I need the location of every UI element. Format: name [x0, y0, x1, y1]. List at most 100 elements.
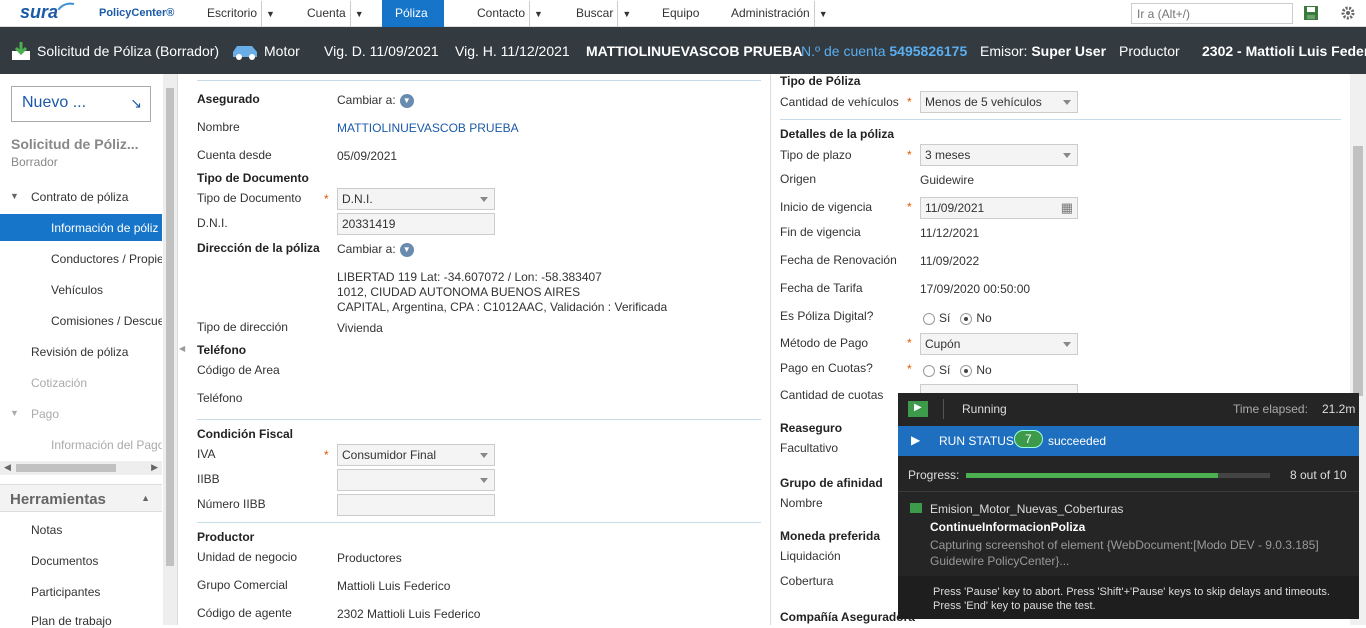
section-detalles-poliza: Detalles de la póliza [780, 127, 895, 141]
menu-administracion[interactable]: Administración ▼ [731, 0, 828, 28]
afinidad-nombre-label: Nombre [780, 496, 823, 510]
sidebar-item-conductores[interactable]: Conductores / Propie [51, 252, 162, 266]
cambiar-a-direccion[interactable]: Cambiar a: ▼ [337, 242, 414, 257]
nuevo-button[interactable]: Nuevo ... ↘ [11, 86, 151, 122]
sidebar-item-comisiones[interactable]: Comisiones / Descue [51, 314, 162, 328]
required-asterisk: * [907, 148, 912, 162]
scrollbar-thumb[interactable] [16, 464, 116, 472]
menu-label: Cuenta [307, 6, 346, 20]
metodo-pago-select[interactable]: Cupón [920, 333, 1078, 355]
dni-input[interactable]: 20331419 [337, 213, 495, 235]
inicio-vigencia-input[interactable]: 11/09/2021 ▦ [920, 197, 1078, 219]
required-asterisk: * [907, 362, 912, 376]
sidebar-scrollbar[interactable] [163, 74, 177, 625]
account-number[interactable]: N.º de cuenta 5495826175 [801, 43, 967, 59]
divider [780, 119, 1341, 120]
emisor-value: Super User [1031, 43, 1107, 59]
nuevo-label: Nuevo ... [22, 94, 87, 111]
section-moneda: Moneda preferida [780, 529, 881, 543]
test-folder-icon [910, 503, 922, 513]
menu-cuenta[interactable]: Cuenta ▼ [307, 0, 364, 28]
test-name: Emision_Motor_Nuevas_Coberturas [930, 502, 1124, 516]
play-icon[interactable]: ▶ [908, 401, 928, 417]
iva-select[interactable]: Consumidor Final [337, 444, 495, 466]
radio-si[interactable] [923, 364, 935, 377]
cantidad-cuotas-label: Cantidad de cuotas [780, 388, 884, 402]
chevron-down-icon[interactable]: ▼ [617, 1, 631, 28]
scroll-left-icon[interactable]: ◀ [4, 462, 11, 473]
chevron-down-icon[interactable]: ▼ [529, 1, 543, 28]
vig-hasta: Vig. H. 11/12/2021 [455, 43, 570, 59]
numero-iibb-input[interactable] [337, 494, 495, 516]
succeeded-label: succeeded [1048, 434, 1107, 448]
radio-no[interactable] [960, 312, 973, 325]
tool-documentos[interactable]: Documentos [31, 554, 98, 568]
divider [197, 80, 761, 81]
menu-label: Administración [731, 6, 810, 20]
tool-notas[interactable]: Notas [31, 523, 62, 537]
cantidad-vehiculos-select[interactable]: Menos de 5 vehículos [920, 91, 1078, 113]
grupo-comercial-label: Grupo Comercial [197, 578, 288, 592]
column-divider [770, 74, 771, 625]
goto-input[interactable] [1131, 3, 1293, 24]
tipo-documento-select[interactable]: D.N.I. [337, 188, 495, 210]
grupo-comercial-value: Mattioli Luis Federico [337, 579, 451, 593]
expand-triangle-icon[interactable]: ▼ [10, 191, 19, 201]
scrollbar-thumb[interactable] [1353, 146, 1363, 396]
sidebar-item-pago: Pago [31, 407, 60, 421]
codigo-agente-value: 2302 Mattioli Luis Federico [337, 607, 481, 621]
menu-contacto[interactable]: Contacto ▼ [477, 0, 543, 28]
account-value[interactable]: 5495826175 [889, 43, 967, 59]
fin-vigencia-label: Fin de vigencia [780, 225, 861, 239]
tool-plan-trabajo[interactable]: Plan de trabajo [31, 614, 112, 628]
chevron-down-icon[interactable]: ▼ [399, 242, 414, 257]
chevron-down-icon[interactable]: ▼ [261, 1, 275, 28]
sidebar-item-contrato[interactable]: Contrato de póliza [31, 190, 128, 204]
tool-participantes[interactable]: Participantes [31, 585, 100, 599]
menu-escritorio[interactable]: Escritorio ▼ [207, 0, 275, 28]
dni-label: D.N.I. [197, 216, 228, 230]
section-productor: Productor [197, 530, 255, 544]
chevron-down-icon[interactable]: ▼ [813, 1, 828, 28]
sidebar-item-vehiculos[interactable]: Vehículos [51, 283, 103, 297]
sidebar-item-informacion-poliza[interactable]: Información de póliz [51, 221, 162, 235]
iibb-select[interactable] [337, 469, 495, 491]
play-icon[interactable]: ▶ [911, 433, 920, 447]
scrollbar-thumb[interactable] [166, 88, 174, 566]
chevron-down-icon[interactable]: ▼ [399, 93, 414, 108]
tipo-direccion-label: Tipo de dirección [197, 320, 288, 334]
productor-value: 2302 - Mattioli Luis Federic [1202, 43, 1366, 59]
progress-label: Progress: [908, 468, 960, 482]
menu-buscar[interactable]: Buscar ▼ [576, 0, 631, 28]
succeeded-count-badge: 7 [1014, 430, 1043, 448]
unidad-negocio-value: Productores [337, 551, 402, 565]
calendar-icon[interactable]: ▦ [1061, 200, 1073, 216]
chevron-down-icon[interactable]: ▼ [349, 1, 364, 28]
product-name: PolicyCenter® [99, 7, 175, 19]
codigo-agente-label: Código de agente [197, 606, 292, 620]
horizontal-scrollbar[interactable]: ◀ ▶ [0, 461, 162, 475]
radio-si[interactable] [923, 312, 935, 325]
section-asegurado: Asegurado [197, 92, 260, 106]
gear-icon[interactable] [1340, 5, 1356, 21]
separator [943, 399, 944, 419]
scroll-right-icon[interactable]: ▶ [151, 462, 158, 473]
required-asterisk: * [324, 192, 329, 206]
cambiar-a[interactable]: Cambiar a: ▼ [337, 93, 414, 108]
nombre-link[interactable]: MATTIOLINUEVASCOB PRUEBA [337, 121, 519, 135]
save-icon[interactable] [1303, 5, 1319, 21]
policy-info-bar: Solicitud de Póliza (Borrador) Motor Vig… [0, 27, 1366, 74]
divider [197, 419, 761, 420]
collapse-icon[interactable]: ▲ [141, 493, 150, 503]
liquidacion-label: Liquidación [780, 549, 841, 563]
cuenta-desde-label: Cuenta desde [197, 148, 272, 162]
menu-equipo[interactable]: Equipo [662, 0, 699, 27]
cambiar-label: Cambiar a: [337, 93, 396, 107]
herramientas-header[interactable]: Herramientas ▲ [0, 484, 162, 512]
radio-no[interactable] [960, 364, 973, 377]
menu-poliza[interactable]: Póliza▼ [382, 0, 444, 55]
sidebar-item-revision[interactable]: Revisión de póliza [31, 345, 128, 359]
tipo-plazo-select[interactable]: 3 meses [920, 144, 1078, 166]
fecha-renovacion-label: Fecha de Renovación [780, 253, 897, 267]
tipo-plazo-label: Tipo de plazo [780, 148, 852, 162]
